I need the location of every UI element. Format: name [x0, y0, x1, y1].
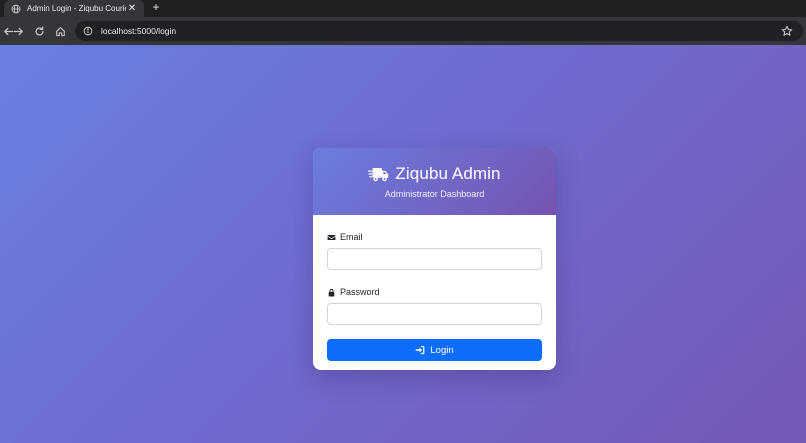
globe-icon — [11, 4, 21, 13]
address-url[interactable]: localhost:5000/login — [101, 26, 781, 36]
login-button[interactable]: Login — [327, 339, 542, 361]
browser-tab-strip: Admin Login - Ziqubu Courier ✕ + — [0, 0, 806, 17]
login-form: Email Password Login — [313, 215, 556, 361]
home-icon — [55, 26, 65, 36]
password-field[interactable] — [327, 303, 542, 325]
brand-title: Ziqubu Admin — [395, 164, 501, 183]
email-field[interactable] — [327, 248, 542, 270]
tab-close-icon[interactable]: ✕ — [126, 3, 138, 15]
truck-fast-icon — [368, 167, 389, 181]
reload-button[interactable] — [29, 21, 49, 41]
address-bar[interactable]: localhost:5000/login — [75, 21, 803, 41]
home-button[interactable] — [50, 21, 70, 41]
star-icon[interactable] — [781, 25, 793, 37]
email-label-text: Email — [340, 232, 363, 242]
forward-arrow-icon — [13, 27, 23, 35]
password-label-text: Password — [340, 287, 380, 297]
login-card: Ziqubu Admin Administrator Dashboard Ema… — [313, 148, 556, 370]
tab-title: Admin Login - Ziqubu Courier — [27, 4, 126, 13]
lock-icon — [328, 288, 335, 296]
email-label: Email — [327, 231, 542, 243]
brand-subtitle: Administrator Dashboard — [384, 189, 485, 199]
brand: Ziqubu Admin — [368, 164, 500, 184]
new-tab-button[interactable]: + — [149, 0, 163, 14]
browser-tab[interactable]: Admin Login - Ziqubu Courier ✕ — [4, 0, 144, 17]
reload-icon — [35, 25, 44, 36]
password-label: Password — [327, 286, 542, 298]
browser-toolbar: localhost:5000/login — [0, 17, 806, 45]
login-card-header: Ziqubu Admin Administrator Dashboard — [313, 148, 556, 215]
login-button-label: Login — [430, 344, 454, 356]
envelope-icon — [327, 234, 336, 240]
sign-in-icon — [416, 345, 425, 355]
page-background: Ziqubu Admin Administrator Dashboard Ema… — [0, 45, 806, 443]
info-icon[interactable] — [83, 26, 93, 36]
email-group: Email — [327, 231, 542, 270]
password-group: Password — [327, 286, 542, 325]
forward-button[interactable] — [8, 21, 28, 41]
